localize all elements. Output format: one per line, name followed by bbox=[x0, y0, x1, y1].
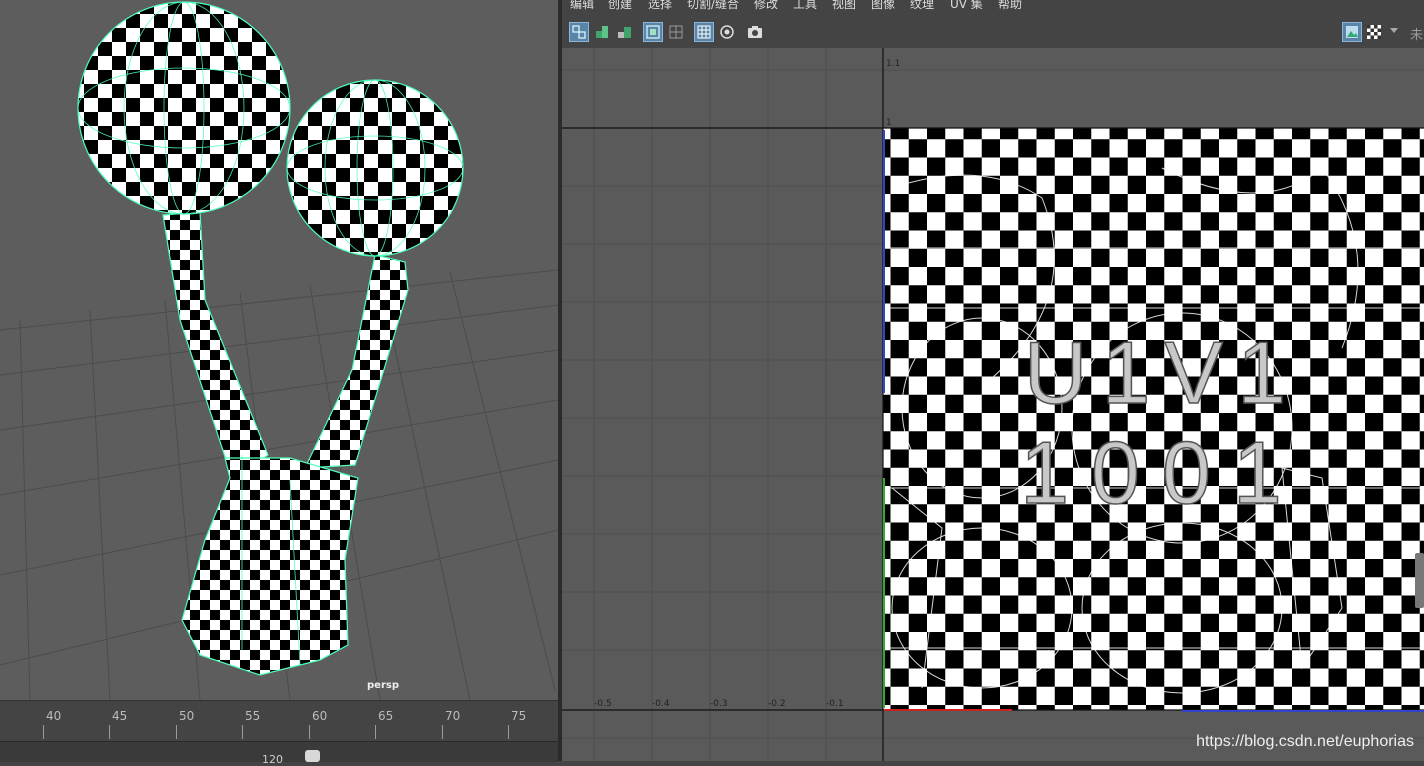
timeline-tick-label: 50 bbox=[179, 709, 195, 723]
stem-right bbox=[304, 254, 409, 469]
uv-tile-label-line1: U1V1 bbox=[1024, 323, 1300, 422]
model-base bbox=[181, 457, 359, 676]
menu-create[interactable]: 创建 bbox=[608, 0, 632, 12]
menu-tools[interactable]: 工具 bbox=[793, 0, 817, 12]
timeline-tick bbox=[375, 725, 376, 739]
timeline-tick-label: 65 bbox=[378, 709, 394, 723]
timeline-tick bbox=[309, 725, 310, 739]
u-axis-tick: -0.2 bbox=[768, 699, 786, 709]
menu-view[interactable]: 视图 bbox=[832, 0, 856, 12]
timeline-tick bbox=[242, 725, 243, 739]
pixel-snap-icon[interactable] bbox=[717, 22, 737, 42]
camera-snapshot-icon[interactable] bbox=[745, 22, 765, 42]
menu-textures[interactable]: 纹理 bbox=[910, 0, 934, 12]
timeline-tick-label: 60 bbox=[312, 709, 328, 723]
grid-toggle-icon[interactable] bbox=[666, 22, 686, 42]
menu-select[interactable]: 选择 bbox=[648, 0, 672, 12]
timeline-tick bbox=[442, 725, 443, 739]
timeline-tick bbox=[43, 725, 44, 739]
timeline-tick bbox=[508, 725, 509, 739]
sphere-right bbox=[286, 79, 464, 257]
range-slider-handle[interactable] bbox=[305, 750, 320, 762]
image-display-icon[interactable] bbox=[1342, 22, 1362, 42]
uv-editor-toolbar: 未 bbox=[562, 14, 1424, 49]
menu-modify[interactable]: 修改 bbox=[754, 0, 778, 12]
uv-stack-icon[interactable] bbox=[615, 22, 635, 42]
u-axis-tick: -0.3 bbox=[710, 699, 728, 709]
toolbar-truncated-label: 未 bbox=[1410, 28, 1424, 43]
chevron-down-icon[interactable] bbox=[1390, 28, 1398, 33]
watermark-url: https://blog.csdn.net/euphorias bbox=[1196, 733, 1414, 750]
menu-cut-sew[interactable]: 切割/缝合 bbox=[687, 0, 739, 12]
timeline-tick bbox=[109, 725, 110, 739]
u-axis-tick: -0.4 bbox=[652, 699, 670, 709]
range-end-value: 120 bbox=[262, 753, 283, 766]
checker-grid-icon[interactable] bbox=[694, 22, 714, 42]
display-image-icon[interactable] bbox=[643, 22, 663, 42]
v-axis-tick: 1.1 bbox=[886, 59, 901, 69]
sphere-left bbox=[77, 1, 291, 215]
timeline-tick-label: 45 bbox=[112, 709, 128, 723]
camera-label: persp bbox=[367, 680, 399, 691]
uv-editor-menubar: 编辑 创建 选择 切割/缝合 修改 工具 视图 图像 纹理 UV 集 帮助 bbox=[562, 0, 1424, 14]
perspective-viewport[interactable]: persp bbox=[0, 0, 558, 700]
menu-edit[interactable]: 编辑 bbox=[570, 0, 594, 12]
u-axis-tick: -0.5 bbox=[594, 699, 612, 709]
timeline-tick bbox=[176, 725, 177, 739]
viewport-scene bbox=[0, 1, 558, 700]
canvas-scroll-handle bbox=[1415, 553, 1424, 608]
uv-layout-icon[interactable] bbox=[592, 22, 612, 42]
timeline-tick-label: 75 bbox=[511, 709, 527, 723]
timeline-tick-label: 70 bbox=[445, 709, 461, 723]
uv-editor-canvas[interactable]: U1V1 1001 -0.5 -0.4 -0.3 -0.2 -0.1 1.1 1 bbox=[562, 48, 1424, 761]
menu-uv-sets[interactable]: UV 集 bbox=[950, 0, 983, 12]
uv-shell-select-icon[interactable] bbox=[569, 22, 589, 42]
uv-tile-label-line2: 1001 bbox=[1020, 423, 1304, 522]
uv-grid-canvas: U1V1 1001 bbox=[562, 48, 1424, 761]
checker-pattern-icon[interactable] bbox=[1364, 22, 1384, 42]
menu-help[interactable]: 帮助 bbox=[998, 0, 1022, 12]
v-axis-tick: 1 bbox=[886, 118, 892, 128]
timeline-tick-label: 55 bbox=[245, 709, 261, 723]
timeline-tick-label: 40 bbox=[46, 709, 62, 723]
checker-model bbox=[77, 1, 464, 676]
time-slider[interactable]: 40 45 50 55 60 65 70 75 bbox=[0, 700, 558, 741]
u-axis-tick: -0.1 bbox=[826, 699, 844, 709]
stem-left bbox=[162, 211, 269, 479]
menu-image[interactable]: 图像 bbox=[871, 0, 895, 12]
